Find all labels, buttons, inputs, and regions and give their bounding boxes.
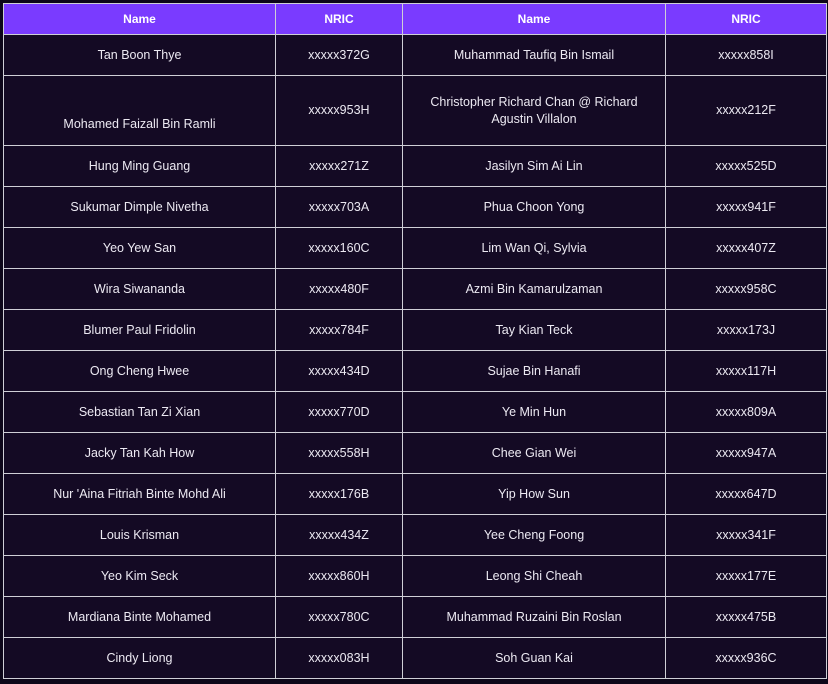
table-row: Mardiana Binte Mohamed xxxxx780C Muhammad … bbox=[3, 596, 827, 638]
table-row: Louis Krisman xxxxx434Z Yee Cheng Foong xxx… bbox=[3, 514, 827, 556]
cell-nric: xxxxx341F bbox=[665, 514, 827, 556]
cell-name: Azmi Bin Kamarulzaman bbox=[402, 268, 666, 310]
cell-nric: xxxxx809A bbox=[665, 391, 827, 433]
cell-name: Hung Ming Guang bbox=[3, 145, 276, 187]
cell-name: Mohamed Faizall Bin Ramli bbox=[3, 75, 276, 146]
table-row: Cindy Liong xxxxx083H Soh Guan Kai xxxxx936… bbox=[3, 637, 827, 679]
cell-name: Jasilyn Sim Ai Lin bbox=[402, 145, 666, 187]
table-row: Tan Boon Thye xxxxx372G Muhammad Taufiq Bi… bbox=[3, 34, 827, 76]
cell-name: Yeo Kim Seck bbox=[3, 555, 276, 597]
cell-nric: xxxxx703A bbox=[275, 186, 403, 228]
cell-nric: xxxxx407Z bbox=[665, 227, 827, 269]
table-row: Wira Siwananda xxxxx480F Azmi Bin Kamarulz… bbox=[3, 268, 827, 310]
cell-nric: xxxxx117H bbox=[665, 350, 827, 392]
table-container: Name NRIC Name NRIC Tan Boon Thye xxxxx37… bbox=[3, 3, 827, 679]
table-row: Blumer Paul Fridolin xxxxx784F Tay Kian Te… bbox=[3, 309, 827, 351]
cell-nric: xxxxx212F bbox=[665, 75, 827, 146]
cell-name: Sujae Bin Hanafi bbox=[402, 350, 666, 392]
header-row: Name NRIC Name NRIC bbox=[3, 3, 827, 35]
table-row: Sebastian Tan Zi Xian xxxxx770D Ye Min Hun… bbox=[3, 391, 827, 433]
cell-name: Muhammad Taufiq Bin Ismail bbox=[402, 34, 666, 76]
cell-name: Blumer Paul Fridolin bbox=[3, 309, 276, 351]
cell-nric: xxxxx434D bbox=[275, 350, 403, 392]
cell-nric: xxxxx784F bbox=[275, 309, 403, 351]
cell-nric: xxxxx858I bbox=[665, 34, 827, 76]
cell-name: Sebastian Tan Zi Xian bbox=[3, 391, 276, 433]
cell-name: Phua Choon Yong bbox=[402, 186, 666, 228]
cell-name: Ong Cheng Hwee bbox=[3, 350, 276, 392]
nric-table: Name NRIC Name NRIC Tan Boon Thye xxxxx37… bbox=[3, 3, 827, 679]
cell-nric: xxxxx770D bbox=[275, 391, 403, 433]
cell-nric: xxxxx936C bbox=[665, 637, 827, 679]
cell-nric: xxxxx434Z bbox=[275, 514, 403, 556]
table-body: Tan Boon Thye xxxxx372G Muhammad Taufiq Bi… bbox=[3, 34, 827, 679]
column-header-nric: NRIC bbox=[275, 3, 403, 35]
cell-name: Yeo Yew San bbox=[3, 227, 276, 269]
cell-nric: xxxxx860H bbox=[275, 555, 403, 597]
cell-nric: xxxxx647D bbox=[665, 473, 827, 515]
cell-nric: xxxxx173J bbox=[665, 309, 827, 351]
cell-nric: xxxxx780C bbox=[275, 596, 403, 638]
cell-nric: xxxxx177E bbox=[665, 555, 827, 597]
cell-name: Mardiana Binte Mohamed bbox=[3, 596, 276, 638]
cell-name: Yip How Sun bbox=[402, 473, 666, 515]
cell-nric: xxxxx176B bbox=[275, 473, 403, 515]
cell-name: Tay Kian Teck bbox=[402, 309, 666, 351]
table-row: Jacky Tan Kah How xxxxx558H Chee Gian Wei x… bbox=[3, 432, 827, 474]
cell-name: Sukumar Dimple Nivetha bbox=[3, 186, 276, 228]
cell-name: Muhammad Ruzaini Bin Roslan bbox=[402, 596, 666, 638]
cell-name: Ye Min Hun bbox=[402, 391, 666, 433]
table-row: Sukumar Dimple Nivetha xxxxx703A Phua Choo… bbox=[3, 186, 827, 228]
cell-nric: xxxxx525D bbox=[665, 145, 827, 187]
cell-nric: xxxxx271Z bbox=[275, 145, 403, 187]
table-row: Hung Ming Guang xxxxx271Z Jasilyn Sim Ai L… bbox=[3, 145, 827, 187]
table-row: Nur 'Aina Fitriah Binte Mohd Ali xxxxx176… bbox=[3, 473, 827, 515]
cell-nric: xxxxx941F bbox=[665, 186, 827, 228]
cell-nric: xxxxx372G bbox=[275, 34, 403, 76]
cell-name: Wira Siwananda bbox=[3, 268, 276, 310]
cell-nric: xxxxx958C bbox=[665, 268, 827, 310]
cell-name: Lim Wan Qi, Sylvia bbox=[402, 227, 666, 269]
cell-name: Yee Cheng Foong bbox=[402, 514, 666, 556]
table-row: Yeo Yew San xxxxx160C Lim Wan Qi, Sylvia xx… bbox=[3, 227, 827, 269]
cell-nric: xxxxx083H bbox=[275, 637, 403, 679]
cell-nric: xxxxx475B bbox=[665, 596, 827, 638]
cell-name: Louis Krisman bbox=[3, 514, 276, 556]
table-row: Yeo Kim Seck xxxxx860H Leong Shi Cheah xxxx… bbox=[3, 555, 827, 597]
cell-nric: xxxxx558H bbox=[275, 432, 403, 474]
cell-nric: xxxxx480F bbox=[275, 268, 403, 310]
column-header-nric: NRIC bbox=[665, 3, 827, 35]
cell-name: Christopher Richard Chan @ Richard Agust… bbox=[402, 75, 666, 146]
cell-name: Nur 'Aina Fitriah Binte Mohd Ali bbox=[3, 473, 276, 515]
cell-name: Cindy Liong bbox=[3, 637, 276, 679]
column-header-name: Name bbox=[402, 3, 666, 35]
column-header-name: Name bbox=[3, 3, 276, 35]
table-header: Name NRIC Name NRIC bbox=[3, 3, 827, 35]
table-row: Ong Cheng Hwee xxxxx434D Sujae Bin Hanafi x… bbox=[3, 350, 827, 392]
cell-name: Soh Guan Kai bbox=[402, 637, 666, 679]
cell-nric: xxxxx160C bbox=[275, 227, 403, 269]
cell-name: Chee Gian Wei bbox=[402, 432, 666, 474]
table-row: Mohamed Faizall Bin Ramli xxxxx953H Christ… bbox=[3, 75, 827, 146]
cell-name: Leong Shi Cheah bbox=[402, 555, 666, 597]
cell-nric: xxxxx953H bbox=[275, 75, 403, 146]
cell-name: Tan Boon Thye bbox=[3, 34, 276, 76]
cell-nric: xxxxx947A bbox=[665, 432, 827, 474]
cell-name: Jacky Tan Kah How bbox=[3, 432, 276, 474]
